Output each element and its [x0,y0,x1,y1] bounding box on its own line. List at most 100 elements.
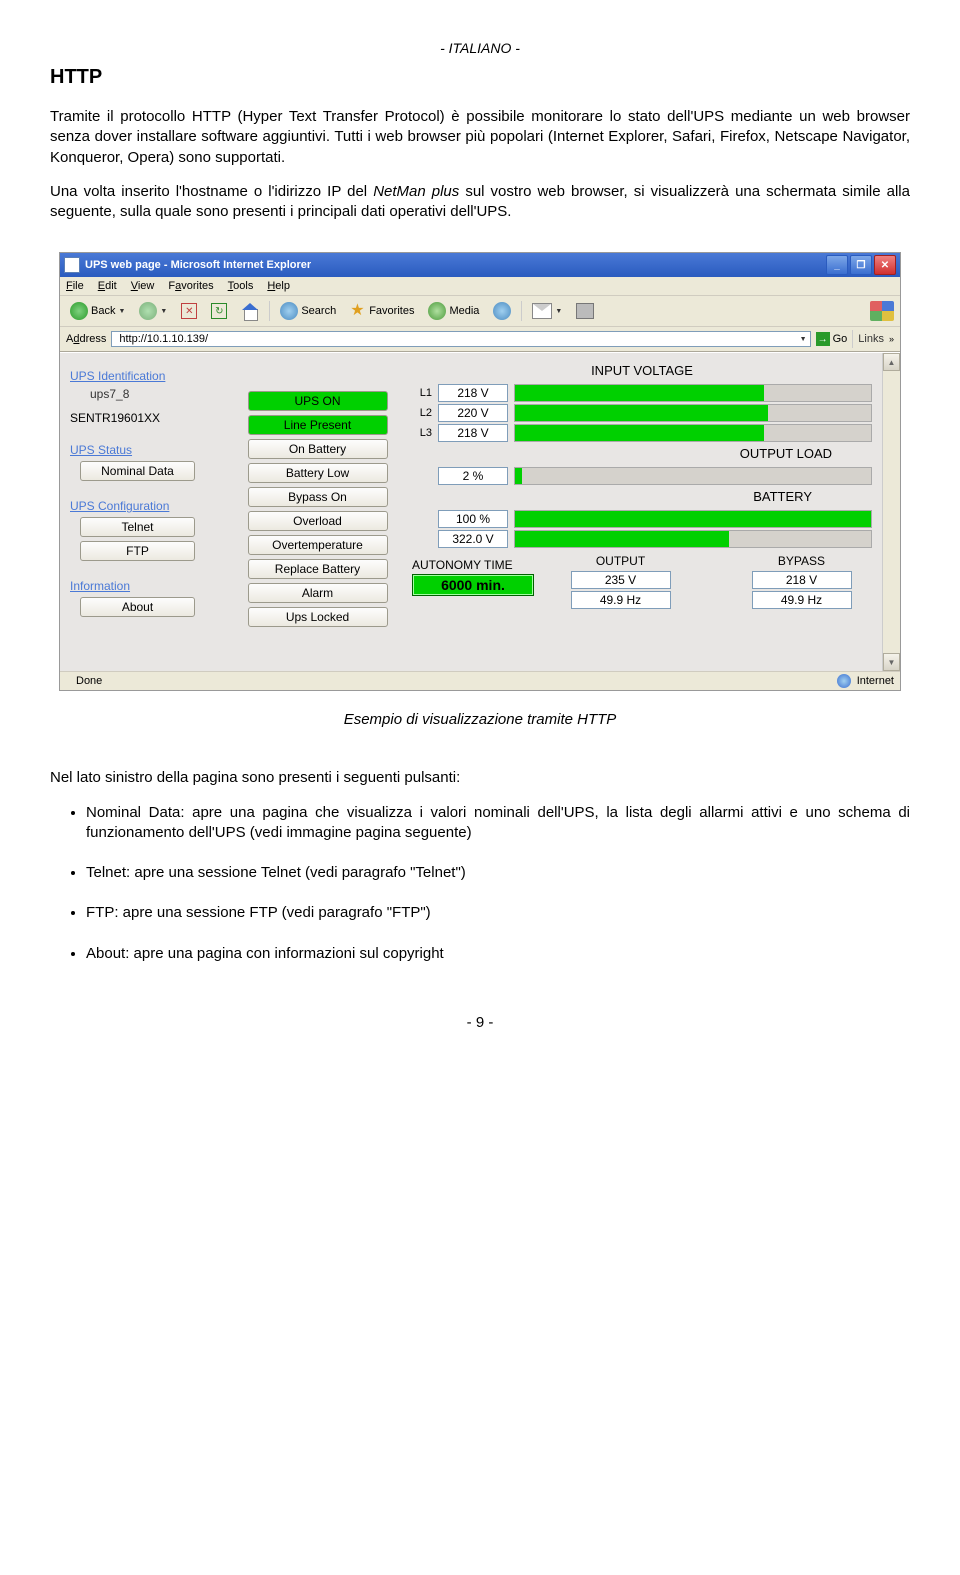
bullet-list: Nominal Data: apre una pagina che visual… [50,803,910,964]
menu-edit[interactable]: Edit [98,280,117,292]
output-load-title: OUTPUT LOAD [412,446,872,461]
bypass-block: BYPASS 218 V 49.9 Hz [731,554,872,611]
address-bar: Address http://10.1.10.139/ ▼ →Go Links … [60,327,900,352]
paragraph-intro-2: Una volta inserito l'hostname o l'idiriz… [50,182,910,223]
phase-bar [514,404,872,422]
zone-text: Internet [857,675,894,687]
phase-bar [514,384,872,402]
phase-value: 220 V [438,404,508,422]
screenshot-browser-window: UPS web page - Microsoft Internet Explor… [59,252,901,691]
ups-configuration-header[interactable]: UPS Configuration [70,499,225,513]
address-label: Address [66,333,106,345]
phase-label: L3 [412,427,432,439]
phase-bar [514,424,872,442]
go-button[interactable]: →Go [816,332,848,346]
media-button[interactable]: Media [424,300,483,322]
forward-button[interactable]: ▼ [135,300,171,322]
status-text: Done [76,675,102,687]
internet-zone-icon [837,674,851,688]
bullet-telnet: Telnet: apre una sessione Telnet (vedi p… [86,863,910,883]
search-button[interactable]: Search [276,300,340,322]
back-button[interactable]: Back▼ [66,300,129,322]
output-title: OUTPUT [550,554,691,568]
output-load-value: 2 % [438,467,508,485]
links-label[interactable]: Links [858,333,884,345]
doc-language-tag: - ITALIANO - [50,40,910,56]
input-voltage-title: INPUT VOLTAGE [412,363,872,378]
phase-value: 218 V [438,424,508,442]
autonomy-title: AUTONOMY TIME [412,558,534,572]
phase-value: 218 V [438,384,508,402]
minimize-button[interactable]: _ [826,255,848,275]
bullet-about: About: apre una pagina con informazioni … [86,944,910,964]
window-title: UPS web page - Microsoft Internet Explor… [85,259,311,271]
status-on-battery: On Battery [248,439,388,459]
screenshot-caption: Esempio di visualizzazione tramite HTTP [50,711,910,728]
status-ups-on: UPS ON [248,391,388,411]
favorites-button[interactable]: ★Favorites [346,301,418,321]
status-battery-low: Battery Low [248,463,388,483]
scrollbar[interactable]: ▲ ▼ [882,353,900,671]
close-button[interactable]: ✕ [874,255,896,275]
battery-pct-value: 100 % [438,510,508,528]
url-text: http://10.1.10.139/ [119,333,208,345]
page-number: - 9 - [50,1014,910,1031]
about-button[interactable]: About [80,597,195,617]
status-alarm: Alarm [248,583,388,603]
menu-file[interactable]: File [66,280,84,292]
nominal-data-button[interactable]: Nominal Data [80,461,195,481]
phase-row-l1: L1 218 V [412,384,872,402]
scroll-up-button[interactable]: ▲ [883,353,900,371]
output-load-row: 2 % [412,467,872,485]
links-chevron-icon[interactable]: » [889,334,894,344]
output-block: OUTPUT 235 V 49.9 Hz [550,554,691,611]
ftp-button[interactable]: FTP [80,541,195,561]
history-button[interactable] [489,300,515,322]
address-input[interactable]: http://10.1.10.139/ ▼ [111,331,810,347]
battery-v-value: 322.0 V [438,530,508,548]
status-line-present: Line Present [248,415,388,435]
output-load-bar [514,467,872,485]
refresh-button[interactable]: ↻ [207,301,231,321]
address-dropdown-icon[interactable]: ▼ [800,336,807,343]
ups-identification-header[interactable]: UPS Identification [70,369,225,383]
phase-row-l2: L2 220 V [412,404,872,422]
mail-button[interactable]: ▼ [528,301,566,321]
status-indicator-column: UPS ON Line Present On Battery Battery Low B… [229,353,406,671]
home-button[interactable] [237,301,263,321]
status-overload: Overload [248,511,388,531]
window-titlebar: UPS web page - Microsoft Internet Explor… [60,253,900,277]
ups-serial: SENTR19601XX [70,411,225,425]
ups-status-header[interactable]: UPS Status [70,443,225,457]
telnet-button[interactable]: Telnet [80,517,195,537]
phase-row-l3: L3 218 V [412,424,872,442]
maximize-button[interactable]: ❐ [850,255,872,275]
toolbar: Back▼ ▼ ✕ ↻ Search ★Favorites Media ▼ [60,296,900,327]
menu-tools[interactable]: Tools [228,280,254,292]
menu-favorites[interactable]: Favorites [168,280,213,292]
paragraph-intro-1: Tramite il protocollo HTTP (Hyper Text T… [50,107,910,168]
menu-help[interactable]: Help [267,280,290,292]
phase-label: L2 [412,407,432,419]
status-bar: Done Internet [60,671,900,690]
menu-view[interactable]: View [131,280,155,292]
output-frequency: 49.9 Hz [571,591,671,609]
ups-id-value: ups7_8 [90,387,225,401]
bullet-ftp: FTP: apre una sessione FTP (vedi paragra… [86,903,910,923]
product-name: NetMan plus [373,183,459,200]
print-button[interactable] [572,301,598,321]
paragraph-buttons-intro: Nel lato sinistro della pagina sono pres… [50,768,910,788]
information-header[interactable]: Information [70,579,225,593]
stop-button[interactable]: ✕ [177,301,201,321]
status-ups-locked: Ups Locked [248,607,388,627]
menu-bar: File Edit View Favorites Tools Help [60,277,900,296]
battery-title: BATTERY [412,489,872,504]
bypass-frequency: 49.9 Hz [752,591,852,609]
status-bypass-on: Bypass On [248,487,388,507]
phase-label: L1 [412,387,432,399]
bypass-title: BYPASS [731,554,872,568]
battery-pct-row: 100 % [412,510,872,528]
battery-pct-bar [514,510,872,528]
status-overtemperature: Overtemperature [248,535,388,555]
scroll-down-button[interactable]: ▼ [883,653,900,671]
